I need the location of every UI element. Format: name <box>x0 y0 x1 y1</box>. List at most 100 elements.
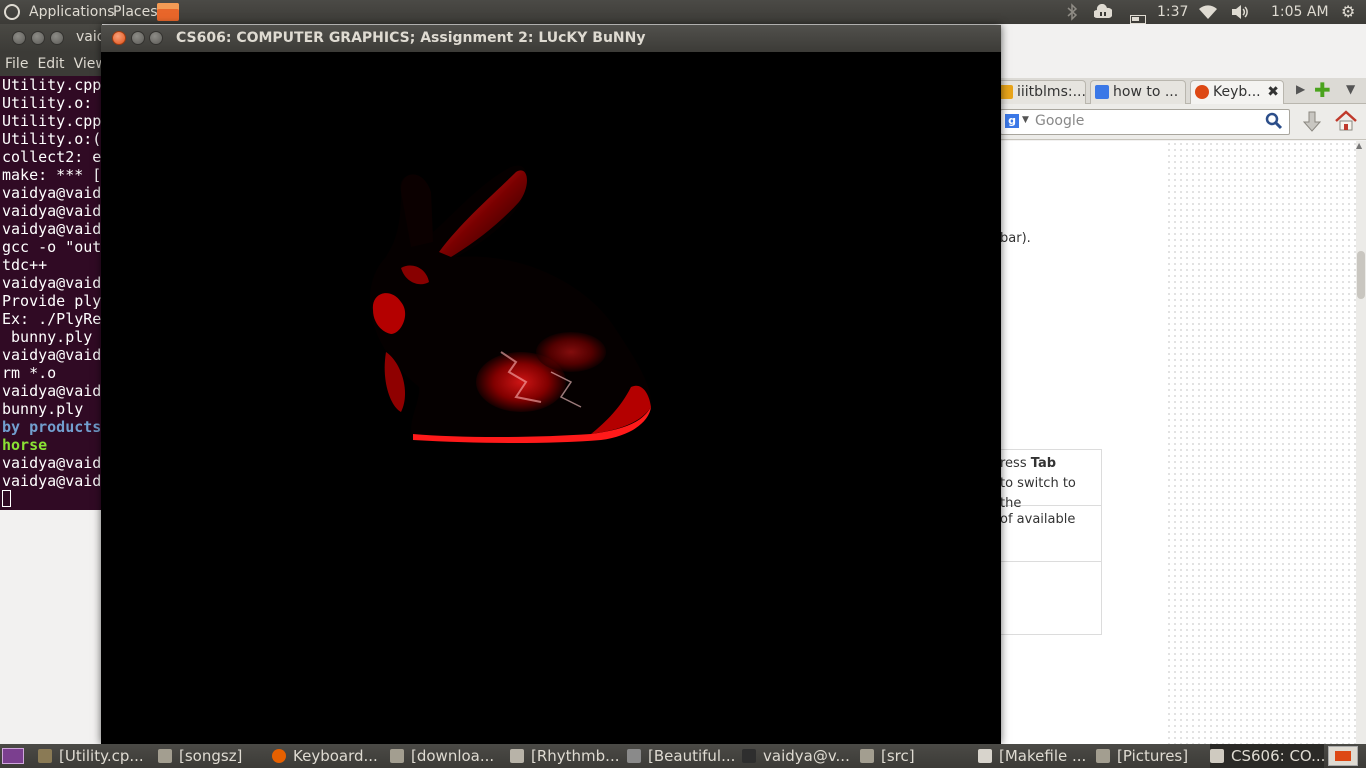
menu-file[interactable]: File <box>5 56 28 72</box>
terminal-line: Utility.o: <box>2 94 102 112</box>
menu-edit[interactable]: Edit <box>37 56 64 72</box>
show-desktop-icon[interactable] <box>2 748 24 764</box>
taskbar-label: [songsz] <box>179 747 243 765</box>
terminal-line: vaidya@vaid <box>2 472 102 490</box>
tab-list-chevron-icon[interactable]: ▼ <box>1346 82 1355 96</box>
browser-tab-label: Keyb... <box>1213 84 1261 100</box>
browser-tab-iiitblms[interactable]: iiitblms:... <box>994 80 1086 104</box>
terminal-line: vaidya@vaid <box>2 454 102 472</box>
terminal-line: bunny.ply <box>2 328 102 346</box>
browser-tab-keyboard[interactable]: Keyb... ✖ <box>1190 80 1284 104</box>
taskbar-item[interactable]: [src] <box>860 744 975 768</box>
top-panel: Applications Places 1:37 1:05 AM ⚙ <box>0 0 1366 24</box>
minimize-icon[interactable] <box>131 31 145 45</box>
terminal-output[interactable]: Utility.cpp Utility.o: Utility.cpp Utility… <box>0 76 102 510</box>
bottom-panel: [Utility.cp... [songsz] Keyboard... [downlo… <box>0 744 1366 768</box>
volume-icon[interactable] <box>1230 3 1250 21</box>
taskbar-item[interactable]: [Utility.cp... <box>38 744 150 768</box>
close-icon[interactable] <box>112 31 126 45</box>
gedit-icon <box>38 749 52 763</box>
search-magnifier-icon[interactable] <box>1265 112 1283 134</box>
taskbar-item[interactable]: Keyboard... <box>272 744 387 768</box>
search-placeholder: Google <box>1035 113 1085 129</box>
image-viewer-icon <box>627 749 641 763</box>
new-tab-plus-icon[interactable]: ✚ <box>1314 78 1331 102</box>
render-canvas[interactable] <box>101 52 1001 744</box>
close-icon[interactable] <box>12 31 26 45</box>
terminal-line: Utility.cpp <box>2 112 102 130</box>
scroll-up-icon[interactable]: ▲ <box>1356 141 1362 150</box>
search-engine-google-icon[interactable]: g <box>1005 114 1019 128</box>
opengl-titlebar[interactable]: CS606: COMPUTER GRAPHICS; Assignment 2: … <box>101 25 1001 52</box>
ubuntu-logo-icon[interactable] <box>4 4 20 20</box>
terminal-menubar: File Edit View <box>0 52 107 76</box>
terminal-line: vaidya@vaid <box>2 184 102 202</box>
taskbar-label: [Utility.cp... <box>59 747 144 765</box>
taskbar-label: [Pictures] <box>1117 747 1189 765</box>
window-title: CS606: COMPUTER GRAPHICS; Assignment 2: … <box>176 30 646 46</box>
search-engine-dropdown-icon[interactable]: ▼ <box>1022 115 1029 125</box>
indicator-cloud-icon[interactable] <box>1093 3 1114 20</box>
maximize-icon[interactable] <box>50 31 64 45</box>
taskbar-label: vaidya@v... <box>763 747 850 765</box>
taskbar-label: Keyboard... <box>293 747 378 765</box>
applications-menu[interactable]: Applications <box>29 0 115 24</box>
terminal-line: gcc -o "out <box>2 238 102 256</box>
firefox-icon <box>272 749 286 763</box>
wifi-icon[interactable] <box>1198 3 1218 21</box>
minimize-icon[interactable] <box>31 31 45 45</box>
browser-scrollbar[interactable]: ▲ <box>1356 141 1366 744</box>
terminal-line: vaidya@vaid <box>2 274 102 292</box>
taskbar-label: [Rhythmb... <box>531 747 620 765</box>
battery-time[interactable]: 1:37 <box>1157 0 1188 24</box>
table-cell-key: Tab <box>1030 456 1057 471</box>
workspace-switcher[interactable] <box>1328 746 1358 766</box>
taskbar-item[interactable]: CS606: CO... <box>1210 744 1324 768</box>
page-text-fragment: bar). <box>1000 231 1031 246</box>
ubuntu-favicon-icon <box>1195 85 1209 99</box>
terminal-line: collect2: e <box>2 148 102 166</box>
bunny-render <box>369 165 651 444</box>
folder-icon <box>158 749 172 763</box>
terminal-icon <box>742 749 756 763</box>
bluetooth-icon[interactable] <box>1066 0 1078 24</box>
battery-icon[interactable] <box>1130 8 1146 24</box>
home-icon[interactable] <box>1334 109 1358 137</box>
workspace-active-icon <box>1335 751 1351 761</box>
table-row <box>1000 562 1101 618</box>
browser-tab-label: how to ... <box>1113 84 1179 100</box>
file-manager-launcher-icon[interactable] <box>157 3 179 21</box>
tab-scroll-right-icon[interactable]: ▶ <box>1296 82 1305 96</box>
taskbar-label: [Makefile ... <box>999 747 1087 765</box>
maximize-icon[interactable] <box>149 31 163 45</box>
folder-icon <box>1096 749 1110 763</box>
terminal-window: vaid File Edit View Utility.cpp Utility.o: … <box>0 24 107 510</box>
taskbar-item[interactable]: [Rhythmb... <box>510 744 625 768</box>
search-input[interactable]: g ▼ Google <box>1000 109 1290 135</box>
taskbar-item[interactable]: [Makefile ... <box>978 744 1093 768</box>
text-editor-icon <box>978 749 992 763</box>
taskbar-item[interactable]: [songsz] <box>158 744 268 768</box>
scroll-thumb[interactable] <box>1357 251 1365 299</box>
clock[interactable]: 1:05 AM <box>1271 0 1329 24</box>
browser-tab-how-to[interactable]: how to ... <box>1090 80 1186 104</box>
taskbar-item[interactable]: [downloa... <box>390 744 505 768</box>
terminal-line: vaidya@vaid <box>2 382 102 400</box>
terminal-line: Utility.o:( <box>2 130 102 148</box>
places-menu[interactable]: Places <box>113 0 158 24</box>
window-icon <box>1210 749 1224 763</box>
browser-tab-strip: iiitblms:... how to ... Keyb... ✖ ▶ ✚ ▼ <box>994 78 1366 104</box>
downloads-arrow-icon[interactable] <box>1302 110 1322 138</box>
taskbar-item[interactable]: vaidya@v... <box>742 744 857 768</box>
taskbar-item[interactable]: [Beautiful... <box>627 744 737 768</box>
tab-close-icon[interactable]: ✖ <box>1267 81 1279 103</box>
terminal-line: vaidya@vaid <box>2 220 102 238</box>
terminal-line: Utility.cpp <box>2 76 102 94</box>
terminal-titlebar: vaid <box>0 24 106 52</box>
table-row: ress Tab to switch to the <box>1000 450 1101 511</box>
session-gear-icon[interactable]: ⚙ <box>1341 0 1355 24</box>
taskbar-item[interactable]: [Pictures] <box>1096 744 1206 768</box>
table-cell-text: of available <box>1000 512 1076 527</box>
moodle-favicon-icon <box>999 85 1013 99</box>
terminal-line: horse <box>2 436 48 454</box>
